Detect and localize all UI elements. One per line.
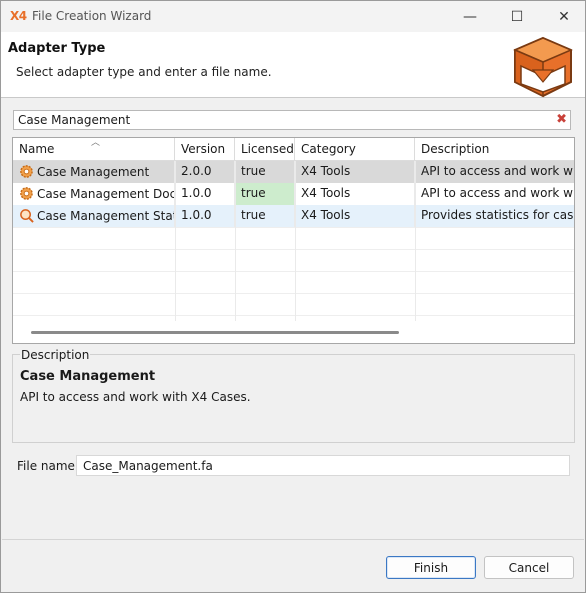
wizard-window: X4 File Creation Wizard — ☐ ✕ Adapter Ty…	[0, 0, 586, 593]
horizontal-scrollbar[interactable]	[31, 331, 399, 334]
column-header-description[interactable]: Description	[415, 138, 574, 161]
empty-row-line	[13, 271, 574, 272]
minimize-button[interactable]: —	[447, 1, 493, 32]
row-category: X4 Tools	[295, 205, 415, 227]
table-row[interactable]: Case Management 2.0.0 true X4 Tools API …	[13, 161, 575, 183]
gear-icon	[20, 165, 33, 178]
row-licensed: true	[235, 205, 295, 227]
cancel-button[interactable]: Cancel	[484, 556, 574, 579]
table-header: Name ︿ Version Licensed Category Descrip…	[13, 138, 574, 161]
table-row[interactable]: Case Management Stati... 1.0.0 true X4 T…	[13, 205, 574, 227]
row-licensed: true	[235, 183, 295, 205]
title-bar: X4 File Creation Wizard — ☐ ✕	[1, 1, 585, 32]
column-divider	[295, 161, 296, 321]
row-name: Case Management	[37, 165, 150, 179]
button-bar-separator	[2, 539, 584, 540]
row-version: 1.0.0	[175, 183, 235, 205]
row-name: Case Management Doc...	[37, 187, 175, 201]
clear-filter-icon[interactable]: ✖	[556, 112, 567, 127]
description-title: Case Management	[20, 369, 156, 384]
column-divider	[415, 161, 416, 321]
sort-ascending-icon: ︿	[91, 138, 101, 148]
row-licensed: true	[235, 161, 295, 183]
filter-input[interactable]: Case Management ✖	[13, 110, 571, 130]
filter-value: Case Management	[18, 113, 131, 127]
page-subtitle: Select adapter type and enter a file nam…	[16, 65, 272, 79]
description-text: API to access and work with X4 Cases.	[20, 390, 251, 404]
row-category: X4 Tools	[295, 183, 415, 205]
row-description: API to access and work with X	[421, 164, 575, 178]
empty-row-line	[13, 293, 574, 294]
file-name-value: Case_Management.fa	[83, 459, 213, 473]
app-logo: X4	[10, 9, 27, 23]
row-description: Provides statistics for case pro	[421, 208, 574, 222]
column-divider	[235, 161, 236, 321]
description-legend: Description	[20, 348, 91, 362]
empty-row-line	[13, 315, 574, 316]
page-title: Adapter Type	[8, 41, 106, 56]
row-name: Case Management Stati...	[37, 209, 175, 223]
column-header-name[interactable]: Name ︿	[13, 138, 175, 161]
window-title: File Creation Wizard	[32, 9, 152, 23]
row-category: X4 Tools	[295, 161, 415, 183]
column-header-category[interactable]: Category	[295, 138, 415, 161]
maximize-button[interactable]: ☐	[494, 1, 540, 32]
gear-icon	[20, 187, 33, 200]
column-divider	[175, 161, 176, 321]
column-header-licensed[interactable]: Licensed	[235, 138, 295, 161]
minimize-icon: —	[463, 8, 477, 25]
row-description: API to access and work with c	[421, 186, 575, 200]
magnifier-icon	[20, 209, 34, 223]
maximize-icon: ☐	[510, 8, 524, 25]
column-header-label: Name	[19, 142, 55, 156]
column-header-version[interactable]: Version	[175, 138, 235, 161]
file-name-field[interactable]: Case_Management.fa	[76, 455, 570, 476]
empty-row-line	[13, 227, 574, 228]
wizard-header: Adapter Type Select adapter type and ent…	[1, 32, 585, 98]
table-row[interactable]: Case Management Doc... 1.0.0 true X4 Too…	[13, 183, 575, 205]
close-button[interactable]: ✕	[541, 1, 586, 32]
empty-row-line	[13, 249, 574, 250]
row-version: 1.0.0	[175, 205, 235, 227]
close-icon: ✕	[558, 8, 570, 25]
row-version: 2.0.0	[175, 161, 235, 183]
adapter-table: Name ︿ Version Licensed Category Descrip…	[12, 137, 575, 344]
file-name-label: File name:	[17, 459, 79, 473]
adapter-box-icon	[513, 36, 573, 98]
finish-button[interactable]: Finish	[386, 556, 476, 579]
